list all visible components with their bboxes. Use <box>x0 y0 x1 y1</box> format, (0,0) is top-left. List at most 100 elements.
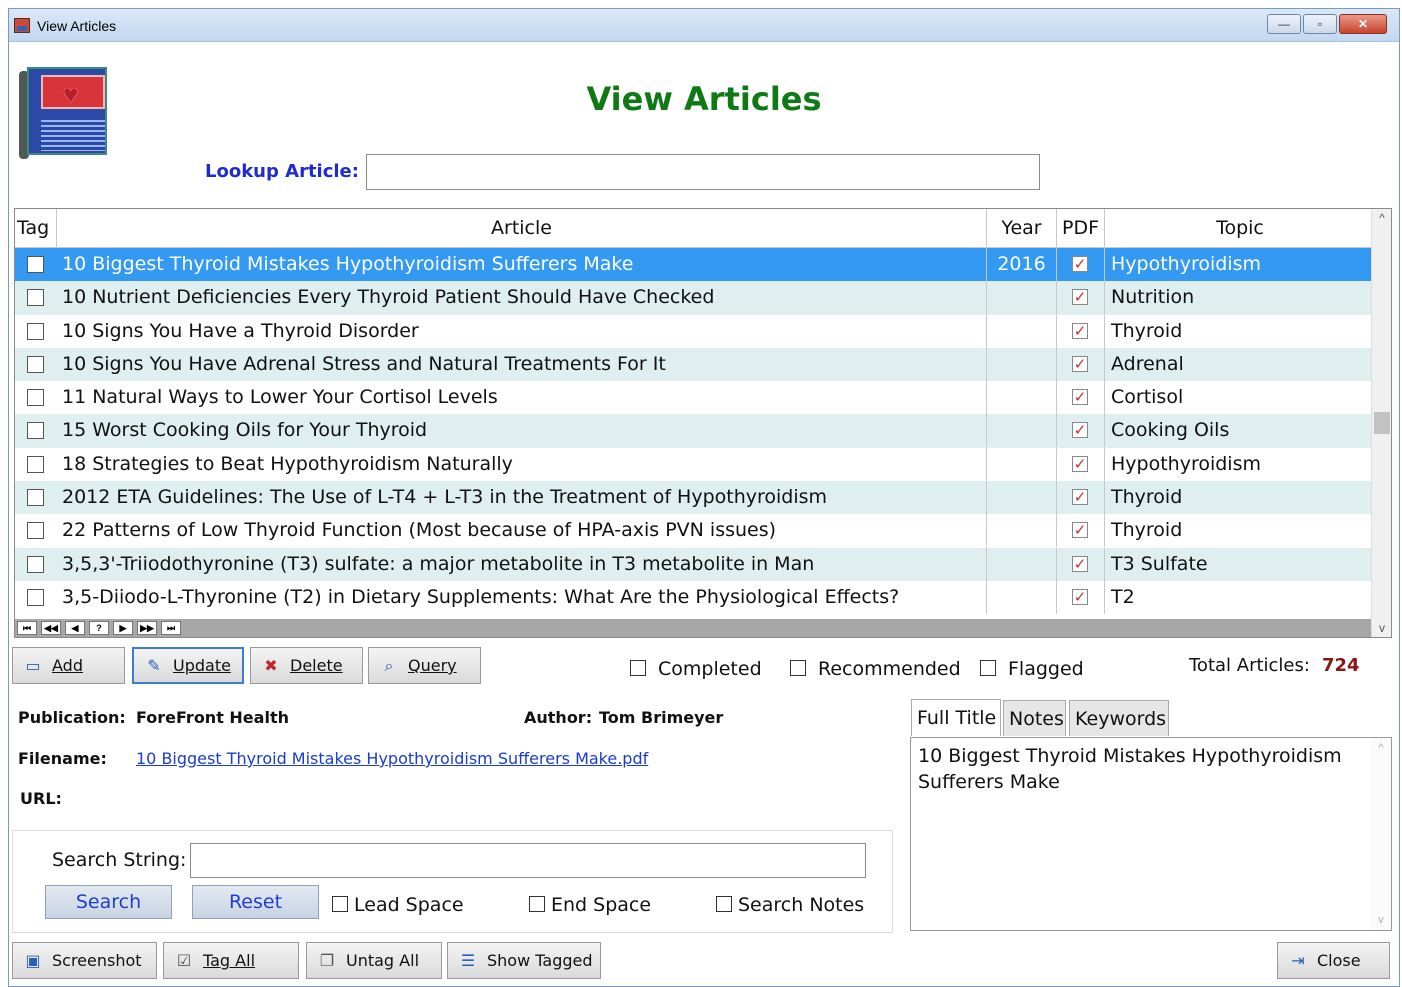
completed-checkbox[interactable]: Completed <box>630 658 762 680</box>
topic-cell[interactable]: T3 Sulfate <box>1105 548 1375 581</box>
search-string-input[interactable] <box>190 843 866 878</box>
screenshot-button[interactable]: ▣ Screenshot <box>12 942 157 979</box>
pdf-checkbox[interactable]: ✓ <box>1072 555 1088 572</box>
pane-scroll-up-icon[interactable]: ^ <box>1371 742 1391 754</box>
show-tagged-button[interactable]: ☰ Show Tagged <box>447 942 601 979</box>
article-cell[interactable]: 10 Signs You Have a Thyroid Disorder <box>57 314 987 348</box>
year-cell[interactable] <box>987 481 1057 515</box>
article-cell[interactable]: 18 Strategies to Beat Hypothyroidism Nat… <box>57 447 987 481</box>
article-cell[interactable]: 3,5,3'-Triiodothyronine (T3) sulfate: a … <box>57 547 987 581</box>
full-title-pane[interactable]: 10 Biggest Thyroid Mistakes Hypothyroidi… <box>910 737 1392 931</box>
pdf-checkbox[interactable]: ✓ <box>1072 322 1088 339</box>
tag-checkbox[interactable] <box>27 355 44 373</box>
first-record-button[interactable]: ⏮ <box>17 621 37 635</box>
article-cell[interactable]: 10 Nutrient Deficiencies Every Thyroid P… <box>57 281 987 315</box>
tag-checkbox[interactable] <box>27 322 44 340</box>
tag-checkbox[interactable] <box>27 522 44 540</box>
table-row[interactable]: 3,5-Diiodo-L-Thyronine (T2) in Dietary S… <box>15 580 1371 614</box>
tab-keywords[interactable]: Keywords <box>1069 700 1169 736</box>
close-window-button[interactable]: ✕ <box>1339 14 1387 34</box>
topic-cell[interactable]: Hypothyroidism <box>1105 248 1375 281</box>
topic-cell[interactable]: Cortisol <box>1105 381 1375 414</box>
col-tag-header[interactable]: Tag <box>15 209 57 248</box>
search-button[interactable]: Search <box>45 885 172 919</box>
topic-cell[interactable]: Thyroid <box>1105 315 1375 348</box>
last-record-button[interactable]: ⏭ <box>161 621 181 635</box>
pdf-checkbox[interactable]: ✓ <box>1072 422 1088 439</box>
lookup-article-input[interactable] <box>366 154 1040 190</box>
pdf-checkbox[interactable]: ✓ <box>1072 289 1088 306</box>
topic-cell[interactable]: Thyroid <box>1105 514 1375 547</box>
prev-record-button[interactable]: ◀ <box>65 621 85 635</box>
year-cell[interactable] <box>987 580 1057 614</box>
prev-page-button[interactable]: ◀◀ <box>41 621 61 635</box>
topic-cell[interactable]: Hypothyroidism <box>1105 448 1375 481</box>
tab-notes[interactable]: Notes <box>1003 700 1066 736</box>
tag-checkbox[interactable] <box>27 489 44 507</box>
untag-all-button[interactable]: ❐ Untag All <box>306 942 442 979</box>
table-row[interactable]: 22 Patterns of Low Thyroid Function (Mos… <box>15 514 1371 548</box>
article-cell[interactable]: 11 Natural Ways to Lower Your Cortisol L… <box>57 381 987 415</box>
pane-scrollbar[interactable]: ^ v <box>1371 738 1391 930</box>
pdf-checkbox[interactable]: ✓ <box>1072 355 1088 372</box>
year-cell[interactable] <box>987 314 1057 348</box>
pane-scroll-down-icon[interactable]: v <box>1371 914 1391 926</box>
article-cell[interactable]: 3,5-Diiodo-L-Thyronine (T2) in Dietary S… <box>57 580 987 614</box>
delete-button[interactable]: ✖ Delete <box>250 647 363 684</box>
table-row[interactable]: 3,5,3'-Triiodothyronine (T3) sulfate: a … <box>15 547 1371 581</box>
maximize-button[interactable]: ▫ <box>1303 14 1337 34</box>
next-page-button[interactable]: ▶▶ <box>137 621 157 635</box>
year-cell[interactable] <box>987 514 1057 548</box>
year-cell[interactable] <box>987 381 1057 415</box>
pdf-checkbox[interactable]: ✓ <box>1072 455 1088 472</box>
table-row[interactable]: 15 Worst Cooking Oils for Your Thyroid ✓ C… <box>15 414 1371 448</box>
pdf-checkbox[interactable]: ✓ <box>1072 256 1088 272</box>
scroll-thumb[interactable] <box>1374 412 1390 434</box>
table-row[interactable]: 18 Strategies to Beat Hypothyroidism Nat… <box>15 447 1371 481</box>
table-row[interactable]: 10 Signs You Have a Thyroid Disorder ✓ Thy… <box>15 314 1371 348</box>
table-row[interactable]: 10 Biggest Thyroid Mistakes Hypothyroidi… <box>15 248 1371 282</box>
article-cell[interactable]: 15 Worst Cooking Oils for Your Thyroid <box>57 414 987 448</box>
article-cell[interactable]: 2012 ETA Guidelines: The Use of L-T4 + L… <box>57 481 987 515</box>
tag-checkbox[interactable] <box>27 422 44 440</box>
year-cell[interactable] <box>987 281 1057 315</box>
tag-checkbox[interactable] <box>27 555 44 573</box>
topic-cell[interactable]: Thyroid <box>1105 481 1375 514</box>
topic-cell[interactable]: Adrenal <box>1105 348 1375 381</box>
pdf-checkbox[interactable]: ✓ <box>1072 522 1088 539</box>
tag-checkbox[interactable] <box>27 389 44 407</box>
col-article-header[interactable]: Article <box>57 209 987 248</box>
year-cell[interactable] <box>987 547 1057 581</box>
end-space-checkbox[interactable]: End Space <box>529 894 651 916</box>
year-cell[interactable]: 2016 <box>987 248 1057 281</box>
next-record-button[interactable]: ▶ <box>113 621 133 635</box>
grid-vertical-scrollbar[interactable]: ^ v <box>1371 209 1391 637</box>
reset-button[interactable]: Reset <box>192 885 319 919</box>
table-row[interactable]: 10 Signs You Have Adrenal Stress and Nat… <box>15 347 1371 382</box>
flagged-checkbox[interactable]: Flagged <box>980 658 1084 680</box>
article-cell[interactable]: 10 Signs You Have Adrenal Stress and Nat… <box>57 347 987 381</box>
article-cell[interactable]: 10 Biggest Thyroid Mistakes Hypothyroidi… <box>57 248 987 281</box>
scroll-up-icon[interactable]: ^ <box>1372 211 1391 225</box>
tag-checkbox[interactable] <box>27 455 44 473</box>
year-cell[interactable] <box>987 414 1057 448</box>
pdf-checkbox[interactable]: ✓ <box>1072 489 1088 506</box>
search-notes-checkbox[interactable]: Search Notes <box>716 894 864 916</box>
col-topic-header[interactable]: Topic <box>1105 209 1375 248</box>
col-pdf-header[interactable]: PDF <box>1057 209 1105 248</box>
tag-checkbox[interactable] <box>27 256 44 273</box>
topic-cell[interactable]: T2 <box>1105 581 1375 614</box>
tag-checkbox[interactable] <box>27 289 44 307</box>
tag-all-button[interactable]: ☑ Tag All <box>163 942 299 979</box>
table-row[interactable]: 2012 ETA Guidelines: The Use of L-T4 + L… <box>15 481 1371 515</box>
year-cell[interactable] <box>987 447 1057 481</box>
pdf-checkbox[interactable]: ✓ <box>1072 588 1088 605</box>
update-button[interactable]: ✎ Update <box>132 647 244 684</box>
table-row[interactable]: 10 Nutrient Deficiencies Every Thyroid P… <box>15 281 1371 315</box>
topic-cell[interactable]: Cooking Oils <box>1105 414 1375 447</box>
tab-full-title[interactable]: Full Title <box>911 699 1001 736</box>
table-row[interactable]: 11 Natural Ways to Lower Your Cortisol L… <box>15 381 1371 415</box>
goto-record-button[interactable]: ? <box>89 621 109 635</box>
add-button[interactable]: ▭ Add <box>12 647 125 684</box>
scroll-down-icon[interactable]: v <box>1372 621 1391 635</box>
